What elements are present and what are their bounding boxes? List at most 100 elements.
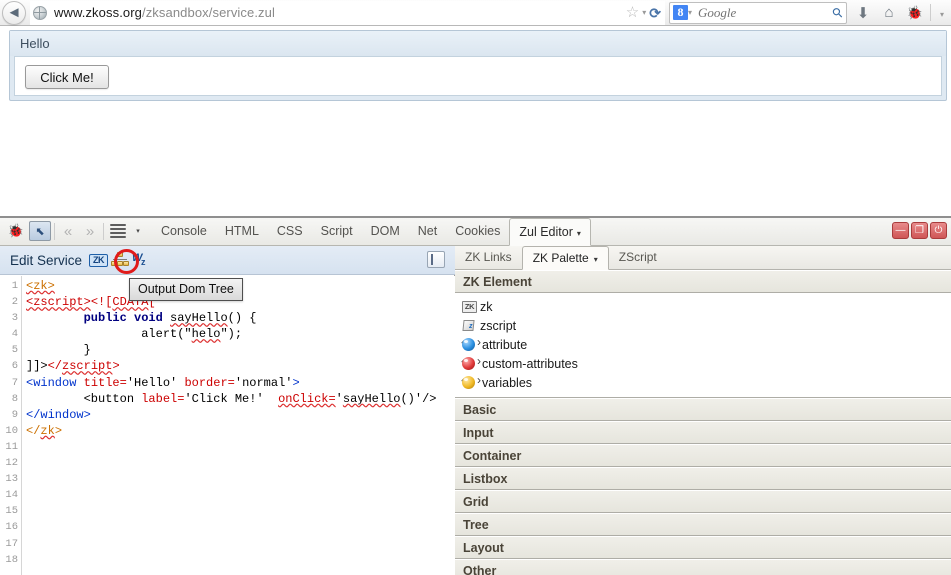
downloads-button[interactable]: ⬇	[850, 4, 876, 22]
toolbar-divider	[103, 222, 104, 240]
output-dom-tree-icon[interactable]	[111, 252, 130, 268]
palette-item-custom-attributes[interactable]: custom-attributes	[455, 354, 951, 373]
section-body-zk-element: ZK zk z zscript attribute custom-attribu…	[455, 293, 951, 398]
search-input[interactable]: 8 ▾ Google ⚲	[669, 1, 847, 24]
google-badge-icon[interactable]: 8	[673, 5, 688, 20]
panel-list-dropdown-button[interactable]: ▾	[130, 220, 146, 242]
blue-sphere-icon	[461, 335, 481, 351]
tab-net[interactable]: Net	[409, 218, 446, 245]
convert-to-zul-icon[interactable]: W z	[132, 252, 149, 268]
line-number: 2	[11, 296, 18, 309]
tab-zk-links[interactable]: ZK Links	[455, 246, 522, 269]
minimize-button[interactable]: —	[892, 222, 909, 239]
section-header-other[interactable]: Other	[455, 559, 951, 575]
palette-item-attribute[interactable]: attribute	[455, 335, 951, 354]
section-header-grid[interactable]: Grid	[455, 490, 951, 513]
collapse-panel-button[interactable]	[427, 251, 445, 268]
section-header-tree[interactable]: Tree	[455, 513, 951, 536]
section-header-basic[interactable]: Basic	[455, 398, 951, 421]
palette-item-variables[interactable]: variables	[455, 373, 951, 392]
section-header-input[interactable]: Input	[455, 421, 951, 444]
firebug-panel: 🐞 ⬉ « » ▾ Console HTML CSS Script DOM Ne…	[0, 216, 951, 575]
section-header-listbox[interactable]: Listbox	[455, 467, 951, 490]
chevron-left-icon: «	[63, 222, 73, 240]
code-line: public void sayHello() {	[83, 311, 257, 326]
palette-item-zk[interactable]: ZK zk	[455, 297, 951, 316]
code-line: alert("helo");	[26, 327, 243, 342]
line-number: 7	[11, 376, 18, 389]
tab-html[interactable]: HTML	[216, 218, 268, 245]
tab-zscript[interactable]: ZScript	[609, 246, 667, 269]
chevron-down-icon[interactable]: ▾	[642, 8, 646, 17]
firebug-menu-button[interactable]: 🐞	[4, 220, 28, 242]
section-header-zk-element[interactable]: ZK Element	[455, 270, 951, 293]
globe-icon	[33, 5, 47, 20]
tab-cookies[interactable]: Cookies	[446, 218, 509, 245]
section-header-layout[interactable]: Layout	[455, 536, 951, 559]
tab-script[interactable]: Script	[312, 218, 362, 245]
inspect-element-button[interactable]: ⬉	[28, 220, 52, 242]
toolbar-overflow-button[interactable]: ▾	[933, 4, 951, 21]
chevron-down-icon[interactable]: ▾	[594, 255, 598, 264]
tab-label: CSS	[276, 224, 303, 238]
code-editor[interactable]: 1 2 3 4 5 6 7 8 9 10 11 12 13 14 15 16 1…	[0, 276, 455, 575]
zul-editor-pane: Edit Service ZK W z 1 2 3 4 5 6 7 8 9 10…	[0, 246, 455, 575]
search-placeholder: Google	[698, 4, 737, 20]
tab-zk-palette[interactable]: ZK Palette ▾	[521, 246, 609, 270]
scroll-icon: z	[462, 319, 477, 333]
nav-next-button[interactable]: »	[79, 220, 101, 242]
tab-dom[interactable]: DOM	[362, 218, 409, 245]
line-number: 14	[5, 489, 18, 502]
code-text[interactable]: <zk> <zscript><![CDATA[ public void sayH…	[22, 276, 455, 575]
palette-item-label: variables	[482, 375, 533, 390]
download-icon: ⬇	[856, 4, 870, 22]
zk-palette-pane: ZK Links ZK Palette ▾ ZScript ZK Element …	[455, 246, 951, 575]
palette-item-zscript[interactable]: z zscript	[455, 316, 951, 335]
tab-label: Console	[161, 224, 207, 238]
tab-label: Script	[320, 224, 353, 238]
line-number: 11	[5, 440, 18, 453]
restore-button[interactable]: ❐	[911, 222, 928, 239]
panel-list-button[interactable]	[106, 220, 130, 242]
address-bar[interactable]: www.zkoss.org/zksandbox/service.zul ☆ ▾ …	[30, 0, 665, 25]
line-number: 1	[11, 280, 18, 292]
palette-item-label: zscript	[480, 318, 517, 333]
back-arrow-icon: ◄	[6, 4, 22, 21]
close-button[interactable]: ⏻	[930, 222, 947, 239]
section-header-container[interactable]: Container	[455, 444, 951, 467]
line-number: 17	[5, 537, 18, 550]
zk-window: Hello Click Me!	[9, 30, 947, 101]
code-line: <window title='Hello' border='normal'>	[26, 375, 300, 390]
tab-label: DOM	[370, 224, 400, 238]
reload-icon[interactable]: ⟳	[649, 6, 661, 20]
back-button[interactable]: ◄	[2, 0, 26, 25]
url-path: /zksandbox/service.zul	[142, 5, 275, 20]
firebug-toolbar: 🐞 ⬉ « » ▾ Console HTML CSS Script DOM Ne…	[0, 218, 951, 246]
z-glyph: z	[141, 257, 146, 267]
code-line: </zk>	[26, 423, 63, 438]
line-number: 5	[11, 344, 18, 357]
firebug-button[interactable]: 🐞	[902, 4, 928, 21]
palette-item-label: zk	[480, 299, 493, 314]
line-number: 6	[11, 360, 18, 373]
tab-css[interactable]: CSS	[268, 218, 312, 245]
click-me-button[interactable]: Click Me!	[25, 65, 109, 89]
chevron-right-icon: »	[85, 222, 95, 240]
line-number: 12	[5, 457, 18, 470]
tab-console[interactable]: Console	[152, 218, 216, 245]
zk-badge-icon[interactable]: ZK	[89, 253, 109, 267]
home-button[interactable]: ⌂	[876, 4, 902, 21]
firebug-panes: Edit Service ZK W z 1 2 3 4 5 6 7 8 9 10…	[0, 246, 951, 575]
inspector-cursor-icon: ⬉	[29, 221, 51, 241]
line-number: 15	[5, 505, 18, 518]
tab-zul-editor[interactable]: Zul Editor ▾	[509, 218, 591, 246]
nav-prev-button[interactable]: «	[57, 220, 79, 242]
chevron-down-icon[interactable]: ▾	[577, 229, 581, 238]
bookmark-star-icon[interactable]: ☆	[626, 5, 639, 20]
home-icon: ⌂	[884, 4, 894, 21]
page-empty-area	[0, 111, 951, 216]
